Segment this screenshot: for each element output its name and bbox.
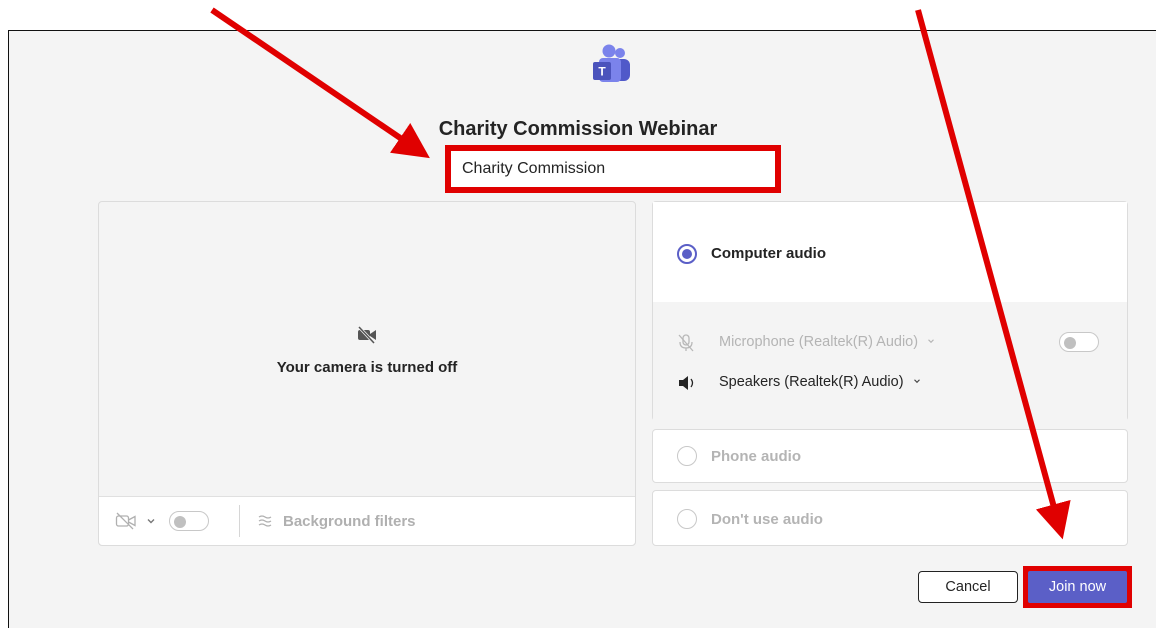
chevron-down-icon <box>928 339 935 344</box>
chevron-down-icon <box>913 379 920 384</box>
phone-audio-label: Phone audio <box>711 448 801 465</box>
microphone-toggle[interactable] <box>1059 332 1099 352</box>
join-now-button[interactable]: Join now <box>1028 571 1127 603</box>
camera-toggle-group[interactable] <box>115 497 209 545</box>
join-now-highlight: Join now <box>1023 566 1132 608</box>
no-audio-option[interactable]: Don't use audio <box>652 490 1128 546</box>
camera-toggle[interactable] <box>169 511 209 531</box>
divider <box>239 505 240 537</box>
background-filters-button[interactable]: Background filters <box>257 497 416 545</box>
phone-audio-radio[interactable] <box>677 446 697 466</box>
svg-text:T: T <box>598 65 606 79</box>
mic-muted-icon[interactable] <box>677 333 695 353</box>
chevron-down-icon[interactable] <box>145 515 157 527</box>
camera-off-message: Your camera is turned off <box>276 359 458 376</box>
video-controls-bar: Background filters <box>99 496 635 545</box>
cancel-button[interactable]: Cancel <box>918 571 1018 603</box>
meeting-title: Charity Commission Webinar <box>438 118 718 140</box>
computer-audio-card: Computer audio Microphone (Realtek(R) Au… <box>652 201 1128 421</box>
background-filters-label: Background filters <box>283 512 416 530</box>
name-input[interactable] <box>445 145 781 193</box>
phone-audio-option[interactable]: Phone audio <box>652 429 1128 483</box>
no-audio-radio[interactable] <box>677 509 697 529</box>
camera-preview: Your camera is turned off Background fil… <box>98 201 636 546</box>
camera-off-icon <box>357 326 376 344</box>
computer-audio-radio[interactable] <box>677 244 697 264</box>
speakers-select[interactable]: Speakers (Realtek(R) Audio) <box>719 374 922 390</box>
microphone-label: Microphone (Realtek(R) Audio) <box>719 334 919 350</box>
no-audio-label: Don't use audio <box>711 511 823 528</box>
microphone-select[interactable]: Microphone (Realtek(R) Audio) <box>719 334 936 350</box>
camera-toggle-icon[interactable] <box>115 512 137 530</box>
teams-logo-icon: T <box>593 44 630 82</box>
speaker-icon[interactable] <box>677 374 699 392</box>
audio-devices-panel: Microphone (Realtek(R) Audio) Speakers (… <box>653 302 1127 421</box>
speakers-label: Speakers (Realtek(R) Audio) <box>719 374 904 390</box>
background-filters-icon <box>258 515 272 527</box>
computer-audio-label: Computer audio <box>711 245 826 262</box>
computer-audio-option[interactable]: Computer audio <box>653 202 1127 303</box>
